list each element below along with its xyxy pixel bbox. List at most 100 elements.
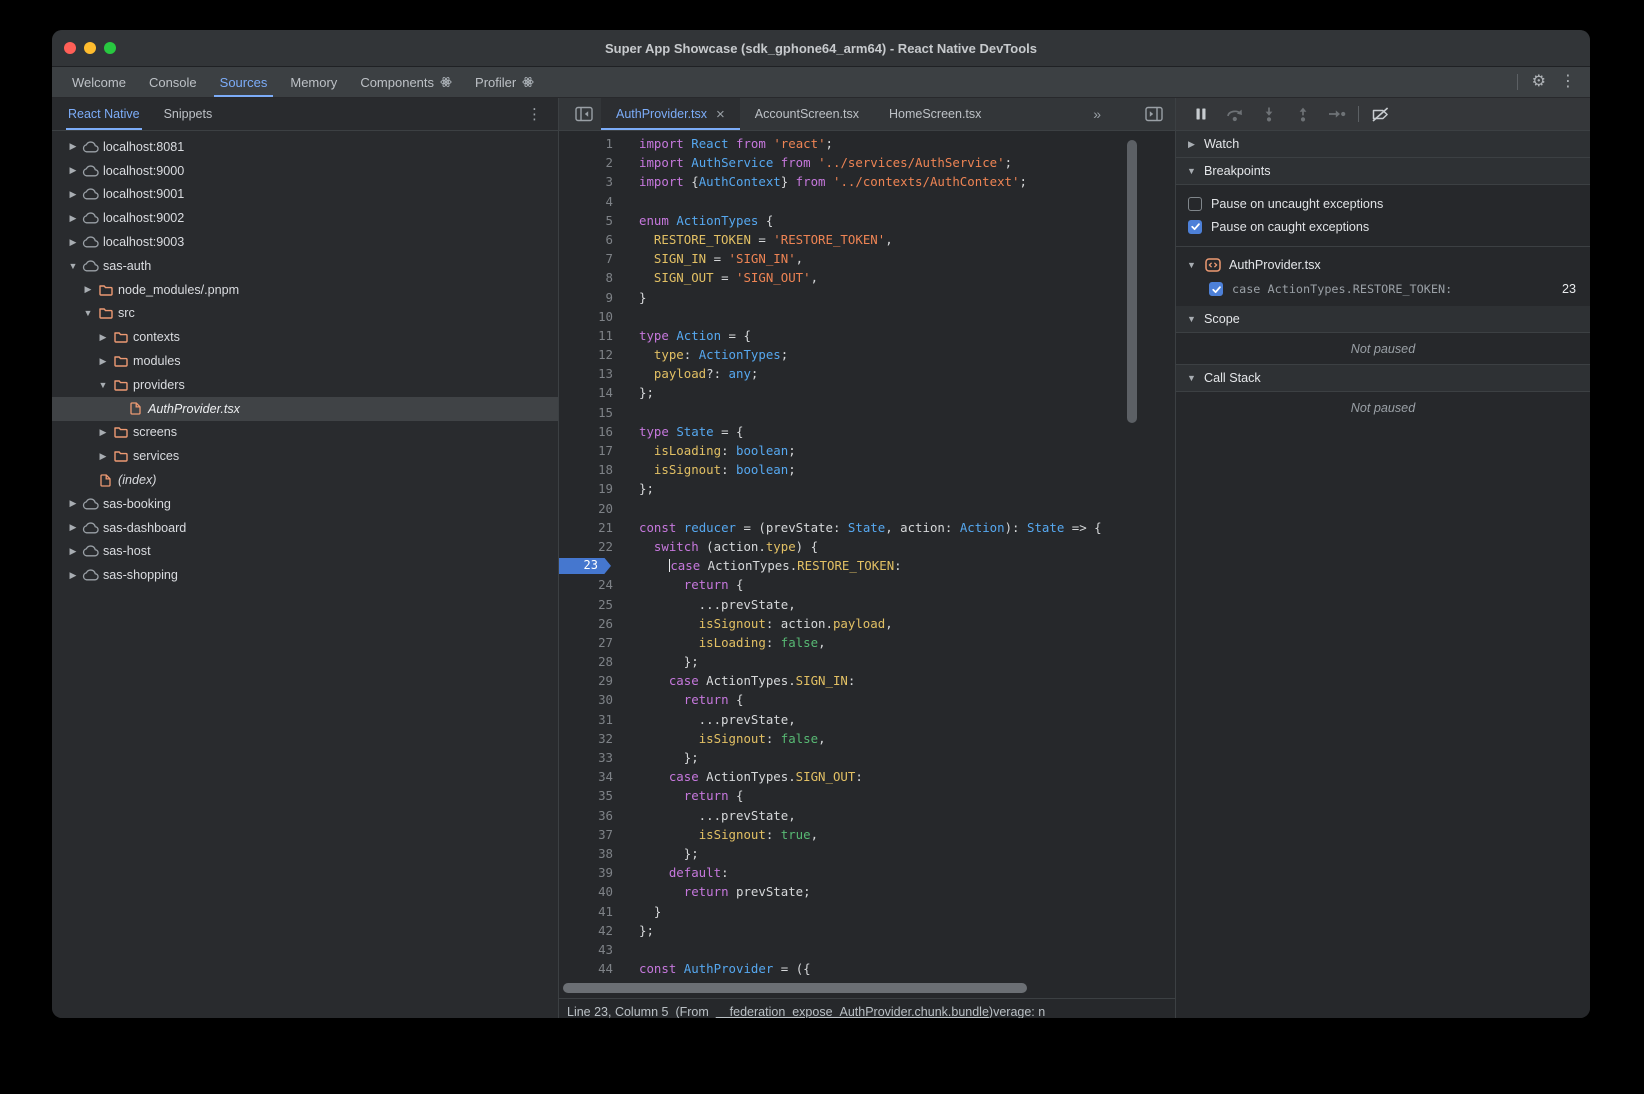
chevron-right-icon[interactable]: ▶ — [66, 165, 80, 176]
chevron-right-icon[interactable]: ▶ — [66, 570, 80, 581]
step-into-button[interactable] — [1256, 102, 1282, 126]
code-line[interactable]: 7 SIGN_IN = 'SIGN_IN', — [559, 249, 1175, 268]
toggle-navigator-icon[interactable] — [567, 98, 601, 130]
line-number[interactable]: 22 — [559, 537, 626, 556]
code-line[interactable]: 39 default: — [559, 863, 1175, 882]
maximize-window-button[interactable] — [104, 42, 116, 54]
editor-tab-accountscreen-tsx[interactable]: AccountScreen.tsx — [740, 98, 874, 130]
code-line[interactable]: 4 — [559, 192, 1175, 211]
code-line[interactable]: 24 return { — [559, 575, 1175, 594]
close-window-button[interactable] — [64, 42, 76, 54]
line-number[interactable]: 4 — [559, 192, 626, 211]
code-line[interactable]: 26 isSignout: action.payload, — [559, 614, 1175, 633]
step-button[interactable] — [1324, 102, 1350, 126]
line-number[interactable]: 44 — [559, 959, 626, 978]
code-line[interactable]: 42}; — [559, 921, 1175, 940]
line-number[interactable]: 37 — [559, 825, 626, 844]
code-line[interactable]: 14}; — [559, 383, 1175, 402]
main-tab-components[interactable]: Components — [352, 67, 460, 97]
minimize-window-button[interactable] — [84, 42, 96, 54]
chevron-right-icon[interactable]: ▶ — [81, 284, 95, 295]
code-line[interactable]: 35 return { — [559, 786, 1175, 805]
line-number[interactable]: 14 — [559, 383, 626, 402]
step-over-button[interactable] — [1222, 102, 1248, 126]
line-number[interactable]: 3 — [559, 172, 626, 191]
main-tab-console[interactable]: Console — [141, 67, 205, 97]
code-line[interactable]: 37 isSignout: true, — [559, 825, 1175, 844]
scope-section-header[interactable]: ▼ Scope — [1176, 306, 1590, 333]
chevron-right-icon[interactable]: ▶ — [66, 546, 80, 557]
tree-item-localhost-9002[interactable]: ▶localhost:9002 — [52, 206, 558, 230]
code-line[interactable]: 16type State = { — [559, 422, 1175, 441]
code-line[interactable]: 2import AuthService from '../services/Au… — [559, 153, 1175, 172]
line-number[interactable]: 34 — [559, 767, 626, 786]
line-number[interactable]: 40 — [559, 882, 626, 901]
callstack-section-header[interactable]: ▼ Call Stack — [1176, 364, 1590, 392]
line-number[interactable]: 18 — [559, 460, 626, 479]
code-line[interactable]: 13 payload?: any; — [559, 364, 1175, 383]
chevron-right-icon[interactable]: ▶ — [66, 189, 80, 200]
code-line[interactable]: 9} — [559, 288, 1175, 307]
tree-item-localhost-9001[interactable]: ▶localhost:9001 — [52, 183, 558, 207]
line-number[interactable]: 6 — [559, 230, 626, 249]
line-number[interactable]: 17 — [559, 441, 626, 460]
editor-tab-authprovider-tsx[interactable]: AuthProvider.tsx× — [601, 98, 740, 130]
chevron-right-icon[interactable]: ▶ — [96, 332, 110, 343]
tree-item-sas-auth[interactable]: ▼sas-auth — [52, 254, 558, 278]
tree-item-providers[interactable]: ▼providers — [52, 373, 558, 397]
code-line[interactable]: 8 SIGN_OUT = 'SIGN_OUT', — [559, 268, 1175, 287]
chevron-right-icon[interactable]: ▶ — [66, 522, 80, 533]
main-tab-profiler[interactable]: Profiler — [467, 67, 542, 97]
tree-item-screens[interactable]: ▶screens — [52, 421, 558, 445]
tree-item-sas-dashboard[interactable]: ▶sas-dashboard — [52, 516, 558, 540]
line-number[interactable]: 16 — [559, 422, 626, 441]
code-line[interactable]: 19}; — [559, 479, 1175, 498]
editor-horizontal-scrollbar[interactable] — [563, 983, 1027, 993]
code-line[interactable]: 27 isLoading: false, — [559, 633, 1175, 652]
tree-item-localhost-9000[interactable]: ▶localhost:9000 — [52, 159, 558, 183]
toggle-debugger-sidebar-icon[interactable] — [1137, 98, 1175, 130]
chevron-right-icon[interactable]: ▶ — [66, 498, 80, 509]
editor-tab-homescreen-tsx[interactable]: HomeScreen.tsx — [874, 98, 996, 130]
pause-uncaught-checkbox[interactable] — [1188, 197, 1202, 211]
line-number[interactable]: 36 — [559, 806, 626, 825]
line-number[interactable]: 26 — [559, 614, 626, 633]
tree-item-localhost-8081[interactable]: ▶localhost:8081 — [52, 135, 558, 159]
line-number[interactable]: 19 — [559, 479, 626, 498]
editor-vertical-scrollbar[interactable] — [1127, 140, 1137, 423]
code-line[interactable]: 38 }; — [559, 844, 1175, 863]
navigator-kebab-menu-icon[interactable]: ⋮ — [527, 98, 558, 130]
line-number[interactable]: 32 — [559, 729, 626, 748]
kebab-menu-icon[interactable]: ⋮ — [1560, 74, 1576, 90]
execution-line-marker[interactable]: 23 — [559, 558, 611, 575]
line-number[interactable]: 21 — [559, 518, 626, 537]
tree-item-services[interactable]: ▶services — [52, 444, 558, 468]
code-line[interactable]: 12 type: ActionTypes; — [559, 345, 1175, 364]
code-line[interactable]: 10 — [559, 307, 1175, 326]
pause-caught-checkbox[interactable] — [1188, 220, 1202, 234]
code-line[interactable]: 41 } — [559, 902, 1175, 921]
watch-section-header[interactable]: ▶ Watch — [1176, 131, 1590, 158]
line-number[interactable]: 24 — [559, 575, 626, 594]
line-number[interactable]: 2 — [559, 153, 626, 172]
code-line[interactable]: 44const AuthProvider = ({ — [559, 959, 1175, 978]
line-number[interactable]: 7 — [559, 249, 626, 268]
code-line[interactable]: 2323 case ActionTypes.RESTORE_TOKEN: — [559, 556, 1175, 575]
tree-item-contexts[interactable]: ▶contexts — [52, 325, 558, 349]
line-number[interactable]: 33 — [559, 748, 626, 767]
code-line[interactable]: 40 return prevState; — [559, 882, 1175, 901]
settings-gear-icon[interactable]: ⚙ — [1532, 74, 1546, 90]
chevron-down-icon[interactable]: ▼ — [96, 380, 110, 390]
breakpoint-entry[interactable]: case ActionTypes.RESTORE_TOKEN:23 — [1176, 277, 1590, 301]
code-line[interactable]: 36 ...prevState, — [559, 806, 1175, 825]
chevron-down-icon[interactable]: ▼ — [81, 308, 95, 318]
code-line[interactable]: 6 RESTORE_TOKEN = 'RESTORE_TOKEN', — [559, 230, 1175, 249]
line-number[interactable]: 30 — [559, 690, 626, 709]
code-line[interactable]: 22 switch (action.type) { — [559, 537, 1175, 556]
chevron-right-icon[interactable]: ▶ — [66, 141, 80, 152]
main-tab-memory[interactable]: Memory — [282, 67, 345, 97]
line-number[interactable]: 13 — [559, 364, 626, 383]
line-number[interactable]: 28 — [559, 652, 626, 671]
line-number[interactable]: 25 — [559, 595, 626, 614]
tree-item-sas-host[interactable]: ▶sas-host — [52, 540, 558, 564]
